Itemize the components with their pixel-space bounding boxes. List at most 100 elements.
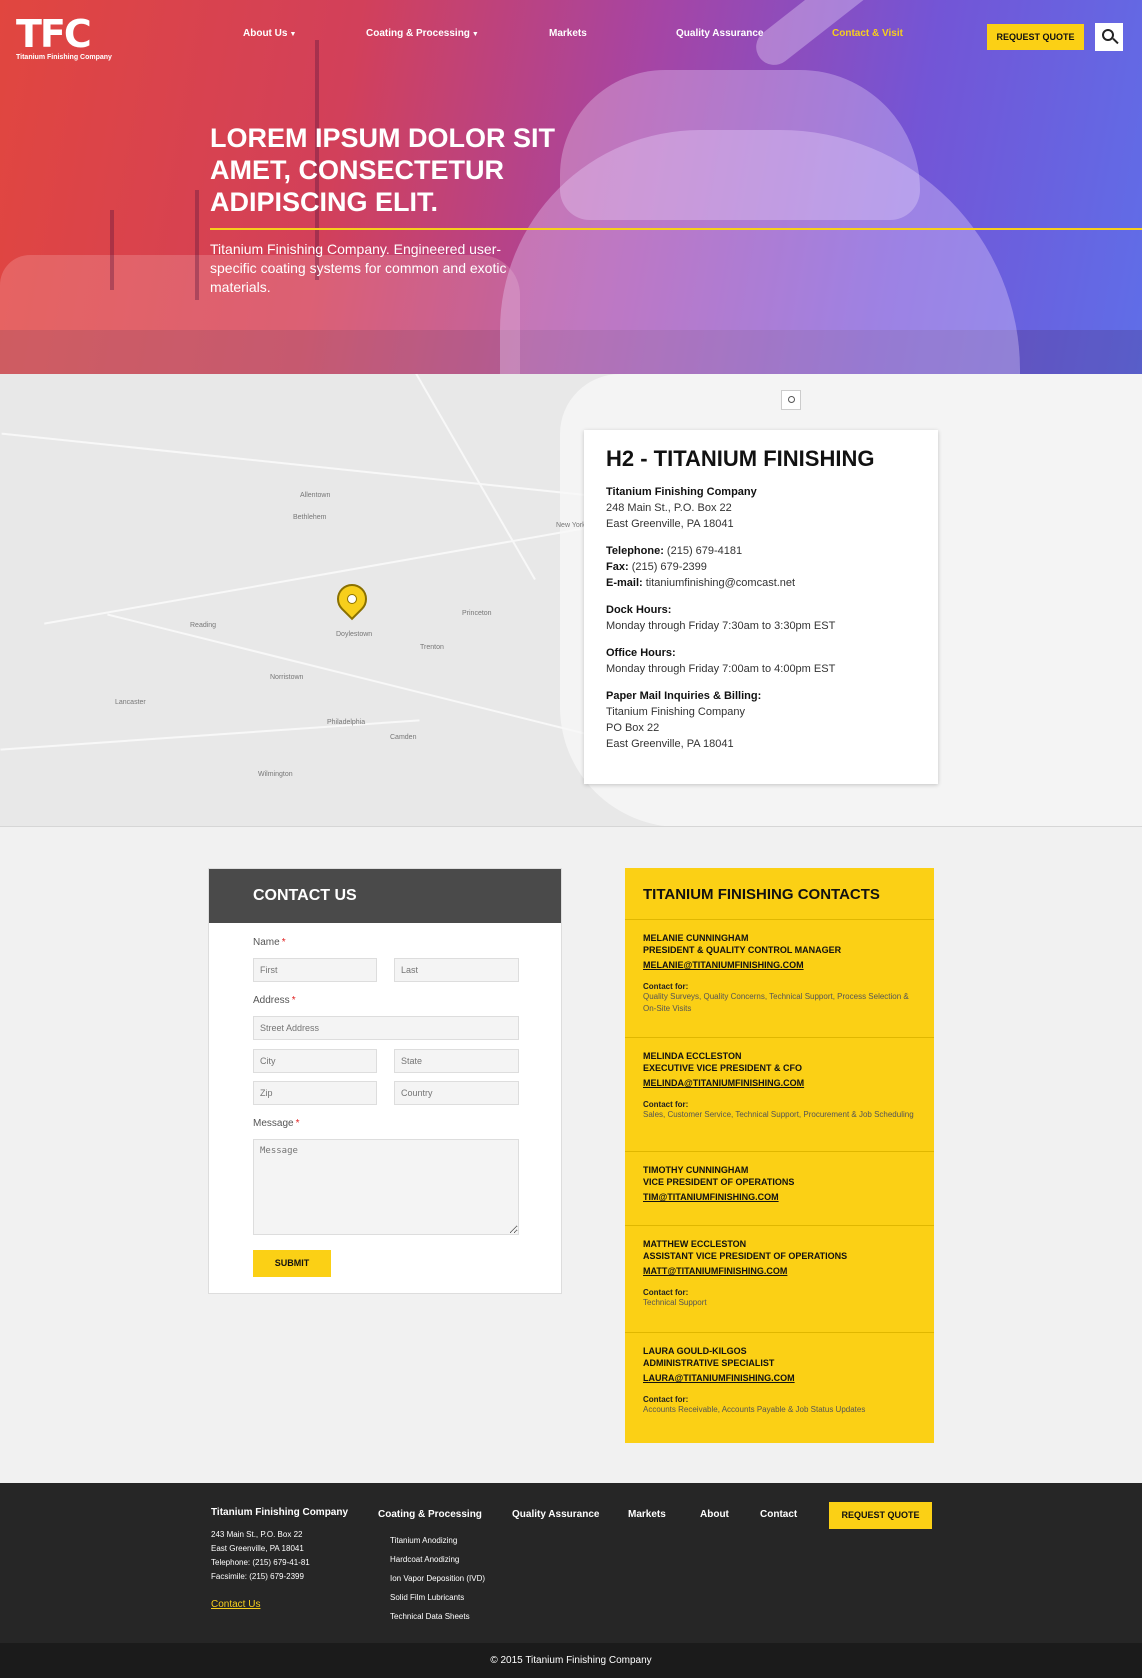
map-city-label: Norristown bbox=[270, 674, 304, 681]
contact-for-value: Technical Support bbox=[643, 1298, 707, 1307]
person-name: Matthew Eccleston bbox=[643, 1239, 747, 1249]
address-line: East Greenville, PA 18041 bbox=[606, 518, 734, 530]
map-city-label: New York bbox=[556, 522, 586, 529]
message-label: Message * bbox=[253, 1118, 300, 1129]
contact-for-label: Contact for: bbox=[643, 1100, 689, 1109]
copyright: © 2015 Titanium Finishing Company bbox=[0, 1643, 1142, 1678]
mail-line: Titanium Finishing Company bbox=[606, 706, 745, 718]
zip-field[interactable] bbox=[253, 1081, 377, 1105]
footer-sub-links: Titanium Anodizing Hardcoat Anodizing Io… bbox=[390, 1531, 485, 1626]
form-title: CONTACT US bbox=[209, 869, 561, 923]
contacts-title: TITANIUM FINISHING CONTACTS bbox=[625, 868, 934, 920]
email-label: E-mail: bbox=[606, 577, 643, 589]
nav-label: Quality Assurance bbox=[676, 28, 764, 39]
footer-link-about[interactable]: About bbox=[700, 1509, 729, 1520]
location-title: H2 - TITANIUM FINISHING bbox=[606, 446, 875, 471]
map-road bbox=[344, 374, 536, 581]
mail-line: East Greenville, PA 18041 bbox=[606, 738, 734, 750]
hero-tank-turret bbox=[560, 70, 920, 220]
chevron-down-icon: ▼ bbox=[471, 31, 479, 38]
map-zoom-button[interactable] bbox=[781, 390, 801, 410]
nav-item-contact[interactable]: Contact & Visit bbox=[832, 28, 903, 39]
footer-link-markets[interactable]: Markets bbox=[628, 1509, 666, 1520]
dock-hours: Dock Hours: Monday through Friday 7:30am… bbox=[606, 602, 916, 634]
request-quote-button[interactable]: REQUEST QUOTE bbox=[987, 24, 1084, 50]
email-link[interactable]: titaniumfinishing@comcast.net bbox=[646, 577, 795, 589]
nav-label: Contact & Visit bbox=[832, 28, 903, 39]
contact-for-label: Contact for: bbox=[643, 1288, 689, 1297]
location-map[interactable]: Philadelphia Allentown Trenton New York … bbox=[0, 374, 1142, 827]
logo-subtitle: Titanium Finishing Company bbox=[16, 54, 112, 61]
map-city-label: Bethlehem bbox=[293, 514, 327, 521]
contact-person: Melinda Eccleston Executive Vice Preside… bbox=[625, 1038, 934, 1152]
person-email-link[interactable]: MELANIE@TITANIUMFINISHING.COM bbox=[643, 956, 916, 974]
person-role: Assistant Vice President of Operations bbox=[643, 1251, 848, 1261]
nav-item-quality[interactable]: Quality Assurance bbox=[676, 28, 763, 39]
person-email-link[interactable]: MATT@TITANIUMFINISHING.COM bbox=[643, 1262, 916, 1280]
location-info-card: H2 - TITANIUM FINISHING Titanium Finishi… bbox=[584, 430, 938, 784]
search-button[interactable] bbox=[1095, 23, 1123, 51]
footer-contact-link[interactable]: Contact Us bbox=[211, 1599, 260, 1610]
contact-person: Laura Gould-Kilgos Administrative Specia… bbox=[625, 1333, 934, 1426]
mail-label: Paper Mail Inquiries & Billing: bbox=[606, 690, 762, 702]
message-field[interactable] bbox=[253, 1139, 519, 1235]
contact-for-value: Sales, Customer Service, Technical Suppo… bbox=[643, 1110, 914, 1119]
person-role: Vice President of Operations bbox=[643, 1177, 795, 1187]
person-email-link[interactable]: MELINDA@TITANIUMFINISHING.COM bbox=[643, 1074, 916, 1092]
last-name-field[interactable] bbox=[394, 958, 519, 982]
contact-person: Timothy Cunningham Vice President of Ope… bbox=[625, 1152, 934, 1226]
map-city-label: Princeton bbox=[462, 610, 492, 617]
hero-title: LOREM IPSUM DOLOR SIT AMET, CONSECTETUR … bbox=[210, 123, 556, 217]
nav-label: About Us bbox=[243, 28, 288, 39]
footer-sub-link[interactable]: Solid Film Lubricants bbox=[390, 1588, 485, 1607]
nav-item-markets[interactable]: Markets bbox=[549, 28, 587, 39]
footer-link-coating[interactable]: Coating & Processing bbox=[378, 1509, 482, 1520]
hero-antenna bbox=[110, 210, 114, 290]
dock-hours-label: Dock Hours: bbox=[606, 604, 672, 616]
company-name: Titanium Finishing Company bbox=[606, 486, 757, 498]
contact-for-label: Contact for: bbox=[643, 982, 689, 991]
footer-sub-link[interactable]: Ion Vapor Deposition (IVD) bbox=[390, 1569, 485, 1588]
hero-banner: TFC Titanium Finishing Company About Us ▼… bbox=[0, 0, 1142, 374]
person-role: Executive Vice President & CFO bbox=[643, 1063, 803, 1073]
fax-value: (215) 679-2399 bbox=[631, 561, 707, 573]
map-pin-icon[interactable] bbox=[330, 577, 374, 621]
person-name: Melinda Eccleston bbox=[643, 1051, 742, 1061]
contact-for-value: Quality Surveys, Quality Concerns, Techn… bbox=[643, 992, 909, 1013]
nav-item-coating[interactable]: Coating & Processing ▼ bbox=[366, 28, 479, 39]
address-label: Address * bbox=[253, 995, 296, 1006]
main-nav: About Us ▼ Coating & Processing ▼ Markets … bbox=[0, 28, 1142, 48]
person-role: Administrative Specialist bbox=[643, 1358, 775, 1368]
street-address-field[interactable] bbox=[253, 1016, 519, 1040]
city-field[interactable] bbox=[253, 1049, 377, 1073]
footer-link-quality[interactable]: Quality Assurance bbox=[512, 1509, 599, 1520]
person-email-link[interactable]: TIM@TITANIUMFINISHING.COM bbox=[643, 1188, 916, 1206]
first-name-field[interactable] bbox=[253, 958, 377, 982]
nav-item-about[interactable]: About Us ▼ bbox=[243, 28, 296, 39]
telephone-value: (215) 679-4181 bbox=[666, 545, 743, 557]
dock-hours-value: Monday through Friday 7:30am to 3:30pm E… bbox=[606, 620, 836, 632]
person-email-link[interactable]: LAURA@TITANIUMFINISHING.COM bbox=[643, 1369, 916, 1387]
footer-sub-link[interactable]: Hardcoat Anodizing bbox=[390, 1550, 485, 1569]
telephone-label: Telephone: bbox=[606, 545, 664, 557]
person-name: Timothy Cunningham bbox=[643, 1165, 749, 1175]
footer-link-contact[interactable]: Contact bbox=[760, 1509, 797, 1520]
map-road bbox=[1, 432, 599, 498]
person-name: Melanie Cunningham bbox=[643, 933, 749, 943]
country-field[interactable] bbox=[394, 1081, 519, 1105]
map-city-label: Allentown bbox=[300, 492, 331, 499]
state-field[interactable] bbox=[394, 1049, 519, 1073]
mail-address: Paper Mail Inquiries & Billing: Titanium… bbox=[606, 688, 916, 752]
nav-label: Markets bbox=[549, 28, 587, 39]
office-hours-label: Office Hours: bbox=[606, 647, 676, 659]
contact-person: Melanie Cunningham President & Quality C… bbox=[625, 920, 934, 1038]
map-city-label: Reading bbox=[190, 622, 217, 629]
footer-request-quote-button[interactable]: REQUEST QUOTE bbox=[829, 1502, 932, 1529]
footer-sub-link[interactable]: Technical Data Sheets bbox=[390, 1607, 485, 1626]
submit-button[interactable]: SUBMIT bbox=[253, 1250, 331, 1277]
site-footer: Titanium Finishing Company 243 Main St.,… bbox=[0, 1483, 1142, 1643]
map-city-label: Philadelphia bbox=[327, 719, 366, 726]
map-city-label: Doylestown bbox=[336, 631, 373, 638]
footer-sub-link[interactable]: Titanium Anodizing bbox=[390, 1531, 485, 1550]
person-name: Laura Gould-Kilgos bbox=[643, 1346, 747, 1356]
